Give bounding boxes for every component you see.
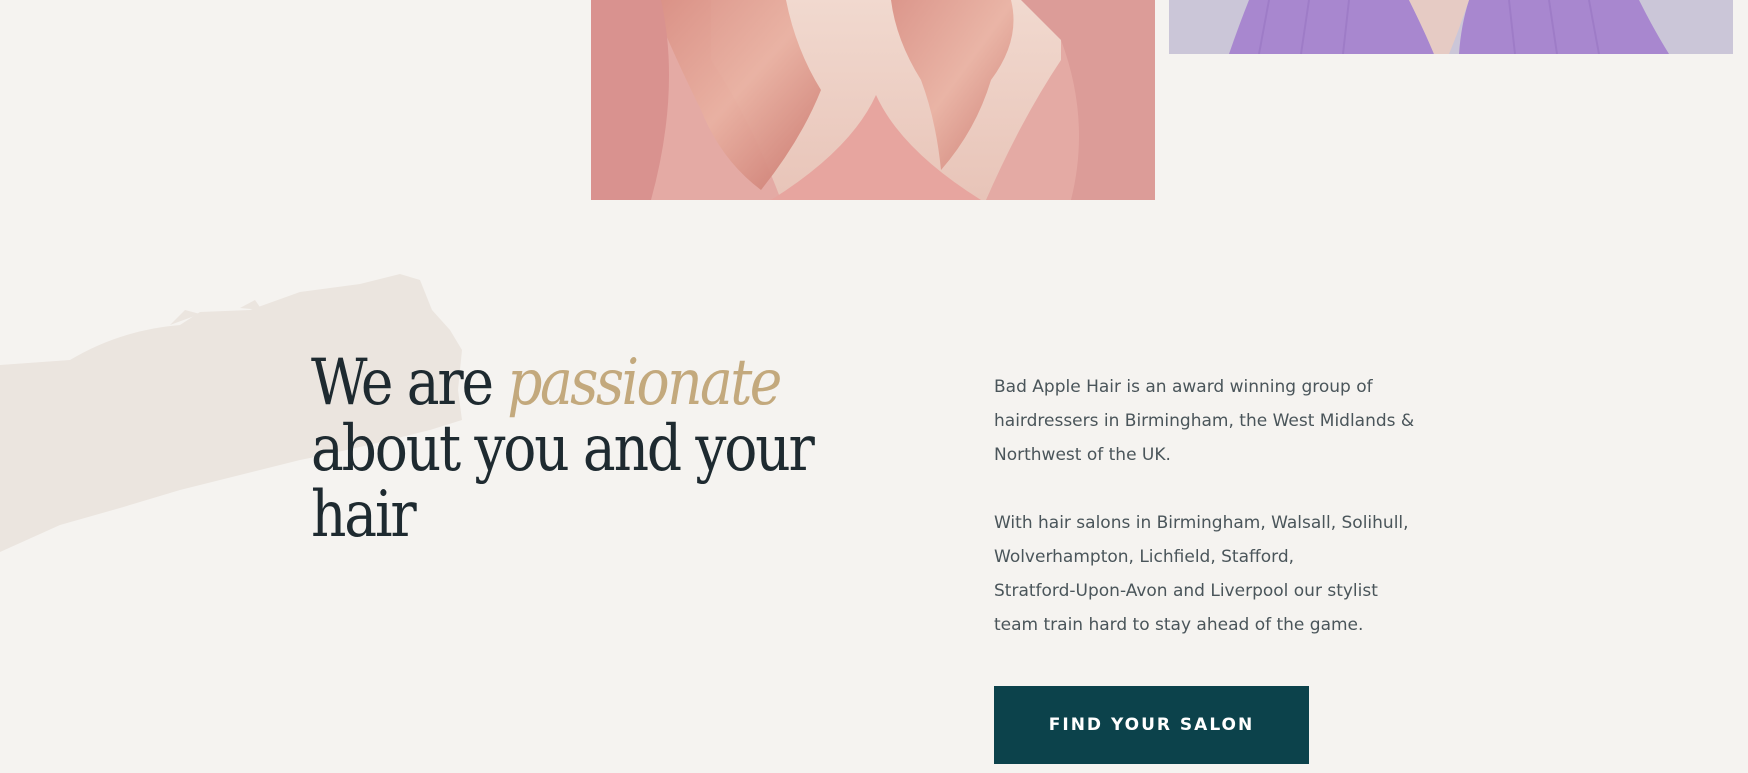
intro-copy: Bad Apple Hair is an award winning group… (994, 370, 1454, 676)
pink-hair-image (591, 0, 1155, 200)
headline-accent-word: passionate (507, 346, 782, 420)
intro-paragraph-1: Bad Apple Hair is an award winning group… (994, 377, 1415, 465)
model-purple-top-photo (1169, 0, 1733, 54)
headline-text-start: We are (311, 346, 508, 420)
intro-paragraph-2: With hair salons in Birmingham, Walsall,… (994, 513, 1409, 635)
section-headline: We are passionate about you and your hai… (311, 350, 827, 548)
purple-top-image (1169, 0, 1733, 54)
headline-text-end: about you and your hair (311, 412, 815, 552)
model-pink-hair-photo (591, 0, 1155, 200)
find-your-salon-button[interactable]: FIND YOUR SALON (994, 686, 1309, 764)
